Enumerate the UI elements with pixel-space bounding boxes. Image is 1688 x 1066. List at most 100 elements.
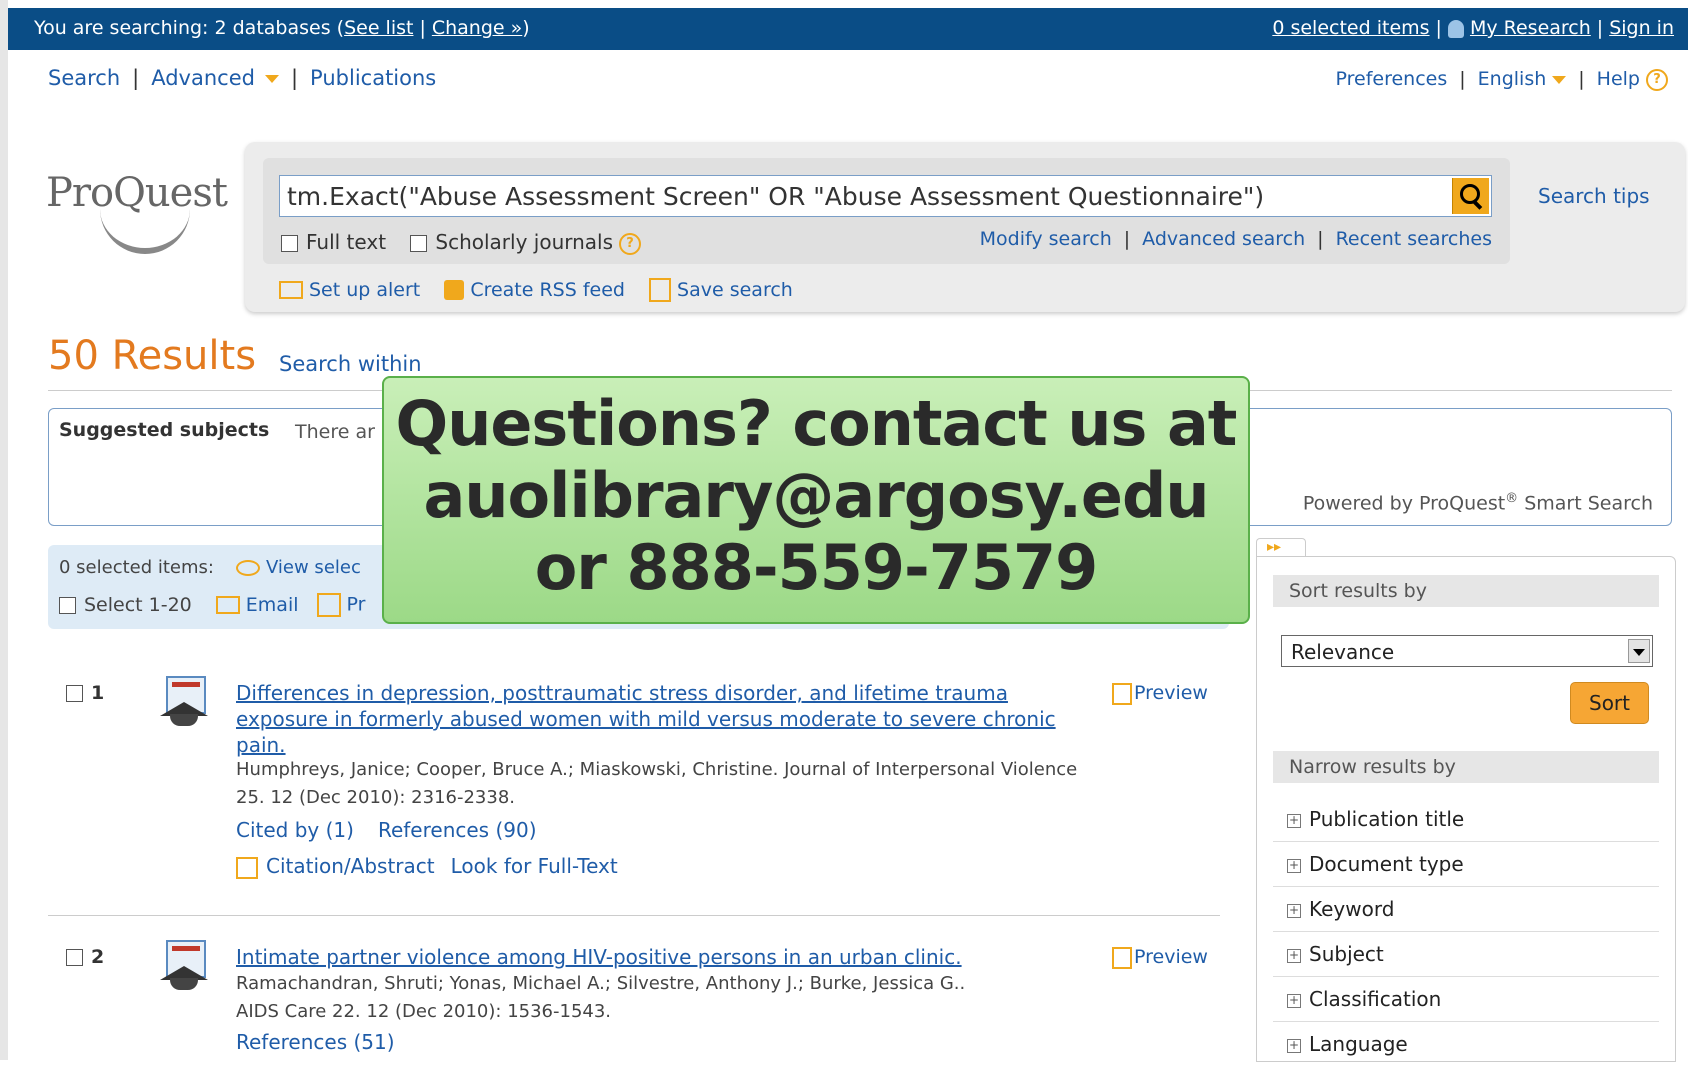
- sort-select[interactable]: Relevance: [1281, 635, 1653, 667]
- full-text-label: Full text: [306, 230, 387, 254]
- facet-label[interactable]: Language: [1309, 1032, 1408, 1056]
- references-link[interactable]: References (51): [236, 1030, 395, 1054]
- facet-document-type[interactable]: + Document type: [1273, 842, 1659, 887]
- facet-publication-title[interactable]: + Publication title: [1273, 797, 1659, 842]
- citation-abstract-link[interactable]: Citation/Abstract: [266, 854, 435, 878]
- expand-icon[interactable]: +: [1287, 813, 1301, 828]
- chevron-down-icon[interactable]: [1628, 639, 1650, 663]
- chevron-down-icon[interactable]: [1552, 75, 1567, 84]
- print-link[interactable]: Pr: [347, 594, 366, 616]
- references-link[interactable]: References (90): [378, 818, 537, 842]
- facet-label[interactable]: Document type: [1309, 852, 1464, 876]
- preview-label[interactable]: Preview: [1134, 682, 1208, 704]
- expand-icon[interactable]: +: [1287, 1038, 1301, 1053]
- preview-label[interactable]: Preview: [1134, 946, 1208, 968]
- email-link[interactable]: Email: [246, 594, 299, 616]
- search-actions: Set up alert Create RSS feed Save search: [279, 278, 811, 302]
- help-icon[interactable]: ?: [619, 232, 642, 255]
- advanced-search-link[interactable]: Advanced search: [1142, 228, 1305, 250]
- selection-row: 0 selected items: View selec: [59, 557, 361, 578]
- facet-label[interactable]: Publication title: [1309, 807, 1464, 831]
- narrow-header: Narrow results by: [1273, 751, 1659, 783]
- language-select[interactable]: English: [1478, 68, 1547, 90]
- result-number: 2: [91, 946, 105, 968]
- searching-suffix: ): [522, 17, 530, 39]
- save-search-label[interactable]: Save search: [677, 279, 793, 301]
- chevron-down-icon[interactable]: [264, 75, 279, 83]
- sort-select-value[interactable]: Relevance: [1291, 640, 1394, 664]
- preview-icon: [1112, 682, 1132, 705]
- select-range-checkbox[interactable]: [59, 596, 76, 614]
- expand-icon[interactable]: +: [1287, 858, 1301, 873]
- overlay-line-3: or 888-559-7579: [534, 531, 1099, 604]
- nav-search[interactable]: Search: [48, 66, 120, 90]
- result-number: 1: [91, 682, 105, 704]
- result-title[interactable]: Differences in depression, posttraumatic…: [236, 680, 1096, 758]
- save-search[interactable]: Save search: [649, 278, 793, 302]
- print-icon: [316, 593, 341, 617]
- create-rss-feed[interactable]: Create RSS feed: [444, 279, 625, 301]
- preview-icon: [1112, 946, 1132, 969]
- mail-icon: [215, 596, 240, 614]
- nav-publications[interactable]: Publications: [310, 66, 436, 90]
- result-title[interactable]: Intimate partner violence among HIV-posi…: [236, 944, 1096, 970]
- set-up-alert[interactable]: Set up alert: [279, 279, 420, 301]
- powered-by-text: Powered by ProQuest: [1302, 492, 1506, 515]
- result-item-1: 1 Differences in depression, posttraumat…: [48, 674, 1220, 894]
- sign-in-link[interactable]: Sign in: [1609, 17, 1674, 39]
- search-tips-link[interactable]: Search tips: [1538, 184, 1650, 208]
- selected-items-link[interactable]: 0 selected items: [1272, 17, 1429, 39]
- scholarly-journal-icon: [160, 940, 208, 992]
- result-source: 25. 12 (Dec 2010): 2316-2338.: [236, 787, 515, 808]
- save-icon: [649, 278, 672, 302]
- facet-label[interactable]: Subject: [1309, 942, 1384, 966]
- modify-search-link[interactable]: Modify search: [980, 228, 1112, 250]
- help-icon[interactable]: ?: [1646, 68, 1668, 91]
- expand-icon[interactable]: +: [1287, 993, 1301, 1008]
- divider: [48, 915, 1220, 916]
- sort-header: Sort results by: [1273, 575, 1659, 607]
- full-text-checkbox[interactable]: [281, 235, 298, 252]
- selected-count: 0 selected items:: [59, 557, 214, 578]
- search-input[interactable]: tm.Exact("Abuse Assessment Screen" OR "A…: [279, 175, 1492, 217]
- overlay-line-2: auolibrary@argosy.edu: [423, 459, 1210, 532]
- full-text-link[interactable]: Look for Full-Text: [451, 854, 618, 878]
- result-links: References (51): [236, 1030, 419, 1054]
- search-button[interactable]: [1452, 178, 1489, 214]
- result-authors: Ramachandran, Shruti; Yonas, Michael A.;…: [236, 973, 966, 994]
- search-query[interactable]: tm.Exact("Abuse Assessment Screen" OR "A…: [287, 182, 1264, 211]
- expand-icon[interactable]: +: [1287, 903, 1301, 918]
- result-select[interactable]: 2: [66, 946, 104, 968]
- my-research-link[interactable]: My Research: [1470, 17, 1591, 39]
- recent-searches-link[interactable]: Recent searches: [1336, 228, 1492, 250]
- expand-icon[interactable]: +: [1287, 948, 1301, 963]
- view-selected-link[interactable]: View selec: [266, 557, 361, 578]
- facet-label[interactable]: Classification: [1309, 987, 1441, 1011]
- preview-link[interactable]: Preview: [1112, 946, 1208, 969]
- collapse-sidebar-tab[interactable]: ▸▸: [1256, 538, 1306, 558]
- scholarly-checkbox[interactable]: [410, 235, 428, 252]
- change-link[interactable]: Change »: [432, 17, 522, 39]
- facet-language[interactable]: + Language: [1273, 1022, 1659, 1066]
- result-select[interactable]: 1: [66, 682, 104, 704]
- preview-link[interactable]: Preview: [1112, 682, 1208, 705]
- facet-label[interactable]: Keyword: [1309, 897, 1394, 921]
- preferences-link[interactable]: Preferences: [1336, 68, 1448, 90]
- rss-icon: [444, 280, 465, 300]
- search-within-link[interactable]: Search within: [279, 352, 422, 376]
- set-up-alert-label[interactable]: Set up alert: [309, 279, 420, 301]
- facet-keyword[interactable]: + Keyword: [1273, 887, 1659, 932]
- facet-subject[interactable]: + Subject: [1273, 932, 1659, 977]
- result-checkbox[interactable]: [66, 949, 83, 966]
- search-icon-handle: [1471, 199, 1483, 210]
- sort-button[interactable]: Sort: [1570, 682, 1649, 724]
- cited-by-link[interactable]: Cited by (1): [236, 818, 354, 842]
- contact-overlay: Questions? contact us at auolibrary@argo…: [382, 376, 1250, 624]
- search-links: Modify search | Advanced search | Recent sea…: [979, 228, 1492, 250]
- help-link[interactable]: Help: [1597, 68, 1640, 90]
- see-list-link[interactable]: See list: [344, 17, 413, 39]
- nav-advanced[interactable]: Advanced: [151, 66, 255, 90]
- result-checkbox[interactable]: [66, 685, 83, 702]
- facet-classification[interactable]: + Classification: [1273, 977, 1659, 1022]
- create-rss-label[interactable]: Create RSS feed: [470, 279, 625, 301]
